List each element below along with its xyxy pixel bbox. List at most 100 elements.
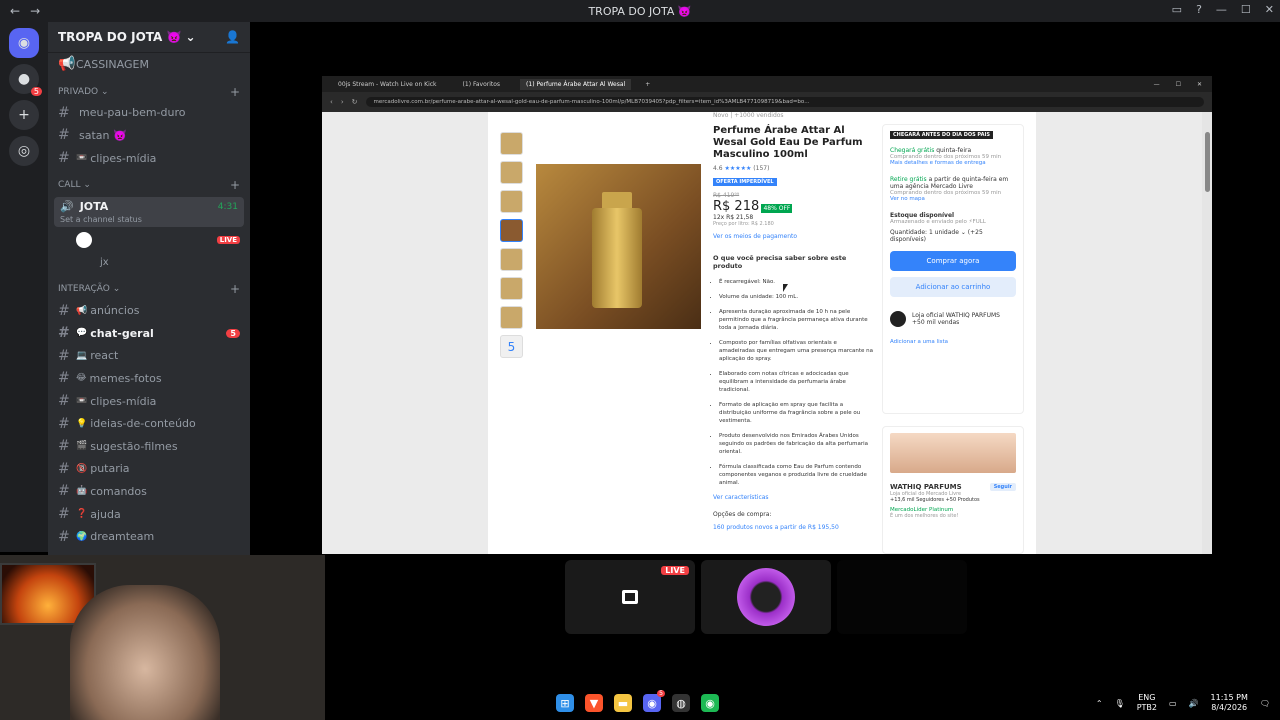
payment-link[interactable]: Ver os meios de pagamento (713, 233, 873, 240)
add-to-cart-button[interactable]: Adicionar ao carrinho (890, 277, 1016, 297)
channel-item[interactable]: # 🌍 dreamteam (48, 525, 250, 548)
server-avatar-icon[interactable]: ● 5 (9, 64, 42, 96)
channel-emoji: 💡 (76, 418, 88, 429)
options-link[interactable]: 160 produtos novos a partir de R$ 195,50 (713, 524, 873, 531)
buy-now-button[interactable]: Comprar agora (890, 251, 1016, 271)
map-link[interactable]: Ver no mapa (890, 196, 1016, 202)
channel-label: memes-fotos (89, 371, 162, 385)
channel-item[interactable]: # 💬 chat-geral 5 (48, 322, 250, 345)
obs-icon[interactable]: ◍ (672, 694, 690, 712)
voice-user[interactable]: LIVE (48, 229, 250, 251)
page-viewport: 5 Novo | +1000 vendidos Perfume Árabe At… (322, 112, 1202, 554)
discord-home-icon[interactable]: ◉ (9, 28, 39, 58)
guild-header[interactable]: TROPA DO JOTA 👿 ⌄ 👤 (48, 22, 250, 53)
add-channel-icon[interactable]: + (230, 178, 240, 192)
channel-item[interactable]: # 🤖 comandos (48, 480, 250, 503)
channel-item[interactable]: # ❓ ajuda (48, 503, 250, 526)
thumbnail[interactable] (500, 190, 523, 213)
channel-item[interactable]: # 📢 anúncios (48, 299, 250, 322)
channel-label: ideias-de-conteúdo (90, 417, 196, 431)
microphone-icon[interactable]: 🎙 (1115, 699, 1125, 708)
maximize-button[interactable]: ☐ (1241, 3, 1251, 16)
user-tile[interactable] (701, 560, 831, 634)
product-image[interactable] (536, 164, 701, 329)
add-channel-icon[interactable]: + (230, 85, 240, 99)
specs-link[interactable]: Ver características (713, 494, 873, 501)
live-badge: LIVE (661, 566, 689, 575)
hash-icon: # (58, 302, 70, 319)
category-call[interactable]: CALL ⌄ + (48, 175, 250, 195)
close-button[interactable]: ✕ (1265, 3, 1274, 16)
channel-cassinagem[interactable]: 📢 CASSINAGEM (48, 53, 250, 76)
browser-close[interactable]: ✕ (1197, 81, 1202, 88)
feature-list: É recarregável: Não. Volume da unidade: 1… (713, 278, 873, 487)
back-icon[interactable]: ‹ (330, 98, 333, 106)
windows-start-icon[interactable]: ⊞ (556, 694, 574, 712)
inbox-icon[interactable]: ▭ (1172, 3, 1182, 16)
channel-item[interactable]: # 💻 react (48, 345, 250, 368)
reload-icon[interactable]: ↻ (352, 98, 358, 106)
spotify-icon[interactable]: ◉ (701, 694, 719, 712)
browser-tab[interactable]: (1) Favoritos (457, 79, 507, 90)
channel-status[interactable]: Set a channel status (60, 215, 238, 224)
channel-item[interactable]: # satan 👿 (48, 124, 250, 147)
channel-emoji: 📢 (76, 305, 88, 316)
browser-maximize[interactable]: ☐ (1176, 81, 1181, 88)
follow-button[interactable]: Seguir (989, 483, 1016, 491)
help-icon[interactable]: ? (1196, 3, 1202, 16)
thumbnail[interactable] (500, 132, 523, 155)
discord-icon[interactable]: ◉ 5 (643, 690, 665, 712)
more-thumbnails[interactable]: 5 (500, 335, 523, 358)
brave-icon[interactable]: ▼ (585, 694, 603, 712)
new-tab-icon[interactable]: + (645, 81, 650, 88)
voice-channel-jota[interactable]: 🔊 JOTA 4:31 Set a channel status (54, 197, 244, 228)
browser-tab-active[interactable]: (1) Perfume Árabe Attar Al Wesal (520, 78, 632, 90)
channel-item[interactable]: # 😂 memes-fotos (48, 367, 250, 390)
minimize-button[interactable]: — (1216, 3, 1227, 16)
thumbnail[interactable] (500, 306, 523, 329)
feature-item: Produto desenvolvido nos Emirados Árabes… (719, 432, 873, 456)
thumbnail-selected[interactable] (500, 219, 523, 242)
clock[interactable]: 11:15 PM 8/4/2026 (1211, 693, 1248, 713)
category-privado[interactable]: PRIVADO ⌄ + (48, 82, 250, 102)
channel-item[interactable]: # 🔞 putaria (48, 458, 250, 481)
network-icon[interactable]: ▭ (1169, 699, 1177, 708)
shipping-details-link[interactable]: Mais detalhes e formas de entrega (890, 160, 1016, 166)
page-scrollbar[interactable] (1202, 112, 1212, 554)
seller-info[interactable]: Loja oficial WATHIQ PARFUMS +50 mil venda… (890, 311, 1016, 327)
volume-icon[interactable]: 🔊 (1189, 699, 1199, 708)
chevron-up-icon[interactable]: ⌃ (1096, 699, 1103, 708)
channel-item[interactable]: # 📼 clipes-mídia (48, 390, 250, 413)
invite-icon[interactable]: 👤 (225, 30, 240, 44)
category-interacao[interactable]: INTERAÇÃO ⌄ + (48, 279, 250, 299)
channel-item[interactable]: # 🎬 sugestão-filmes (48, 435, 250, 458)
file-explorer-icon[interactable]: ▬ (614, 694, 632, 712)
discover-icon[interactable]: ◎ (9, 136, 39, 166)
notifications-icon[interactable]: 🗨 (1260, 699, 1270, 708)
channel-item[interactable]: # 📼 clipes-mídia (48, 147, 250, 170)
language-indicator[interactable]: ENG PTB2 (1137, 693, 1157, 713)
browser-tab[interactable]: 00js Stream - Watch Live on Kick (332, 79, 443, 90)
channel-emoji: 🌍 (76, 531, 88, 542)
product-rating[interactable]: 4.6 ★★★★★ (157) (713, 165, 873, 172)
thumbnail[interactable] (500, 277, 523, 300)
browser-minimize[interactable]: — (1154, 81, 1160, 88)
channel-label: meu-pau-bem-duro (79, 106, 186, 120)
voice-user[interactable]: jx (48, 251, 250, 273)
channel-item[interactable]: # 💡 ideias-de-conteúdo (48, 412, 250, 435)
add-channel-icon[interactable]: + (230, 282, 240, 296)
quantity-select[interactable]: Quantidade: 1 unidade ⌄ (+25 disponíveis… (890, 229, 1016, 243)
forward-icon[interactable]: › (341, 98, 344, 106)
thumbnail[interactable] (500, 248, 523, 271)
thumbnail[interactable] (500, 161, 523, 184)
url-field[interactable]: mercadolivre.com.br/perfume-arabe-attar-… (365, 97, 1204, 107)
product-info: Novo | +1000 vendidos Perfume Árabe Atta… (713, 112, 873, 531)
store-name[interactable]: WATHIQ PARFUMS (890, 483, 962, 491)
add-server-icon[interactable]: + (9, 100, 39, 130)
screen-share-tile[interactable]: LIVE (565, 560, 695, 634)
avatar (737, 568, 795, 626)
channel-item[interactable]: # meu-pau-bem-duro (48, 102, 250, 125)
streamed-browser[interactable]: 00js Stream - Watch Live on Kick (1) Fav… (322, 76, 1212, 554)
stars-icon: ★★★★★ (724, 165, 752, 172)
add-to-list-link[interactable]: Adicionar a uma lista (890, 339, 1016, 345)
